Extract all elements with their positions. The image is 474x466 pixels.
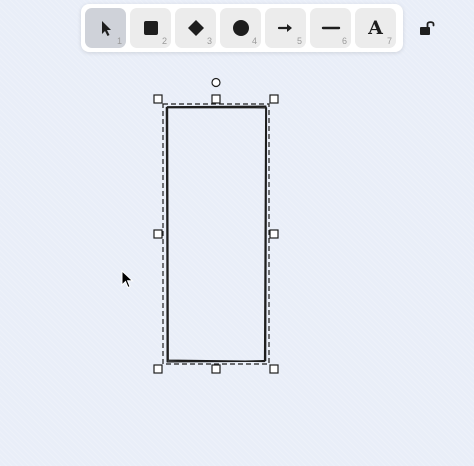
resize-handle-se[interactable] xyxy=(269,364,279,374)
tool-arrow[interactable]: 5 xyxy=(265,8,306,48)
resize-handle-ne[interactable] xyxy=(269,94,279,104)
line-icon xyxy=(321,26,340,30)
circle-icon xyxy=(232,20,249,36)
tool-shortcut: 5 xyxy=(296,36,302,46)
resize-handle-s[interactable] xyxy=(211,364,221,374)
resize-handle-w[interactable] xyxy=(153,229,163,239)
tool-rectangle[interactable]: 2 xyxy=(130,8,171,48)
tool-ellipse[interactable]: 4 xyxy=(220,8,261,48)
tool-line[interactable]: 6 xyxy=(310,8,351,48)
diamond-icon xyxy=(187,20,204,36)
tool-shortcut: 7 xyxy=(386,36,392,46)
tool-selection[interactable]: 1 xyxy=(85,8,126,48)
arrow-right-icon xyxy=(277,24,292,32)
tool-shortcut: 6 xyxy=(341,36,347,46)
shape-toolbar: 1 2 3 4 5 6 A 7 xyxy=(81,4,403,52)
selection-box xyxy=(162,103,270,365)
resize-handle-sw[interactable] xyxy=(153,364,163,374)
text-a-icon: A xyxy=(368,16,383,39)
pointer-icon xyxy=(101,21,111,36)
tool-shortcut: 4 xyxy=(251,36,257,46)
resize-handle-n[interactable] xyxy=(211,94,221,104)
tool-shortcut: 1 xyxy=(116,36,122,46)
resize-handle-e[interactable] xyxy=(269,229,279,239)
tool-text[interactable]: A 7 xyxy=(355,8,396,48)
drawing-canvas[interactable] xyxy=(0,0,474,466)
rectangle-element[interactable] xyxy=(165,105,268,363)
tool-shortcut: 2 xyxy=(161,36,167,46)
unlock-icon xyxy=(420,21,435,35)
rotation-handle[interactable] xyxy=(211,77,221,88)
tool-shortcut: 3 xyxy=(206,36,212,46)
lock-toggle[interactable] xyxy=(417,18,437,38)
tool-diamond[interactable]: 3 xyxy=(175,8,216,48)
square-icon xyxy=(143,21,158,35)
resize-handle-nw[interactable] xyxy=(153,94,163,104)
